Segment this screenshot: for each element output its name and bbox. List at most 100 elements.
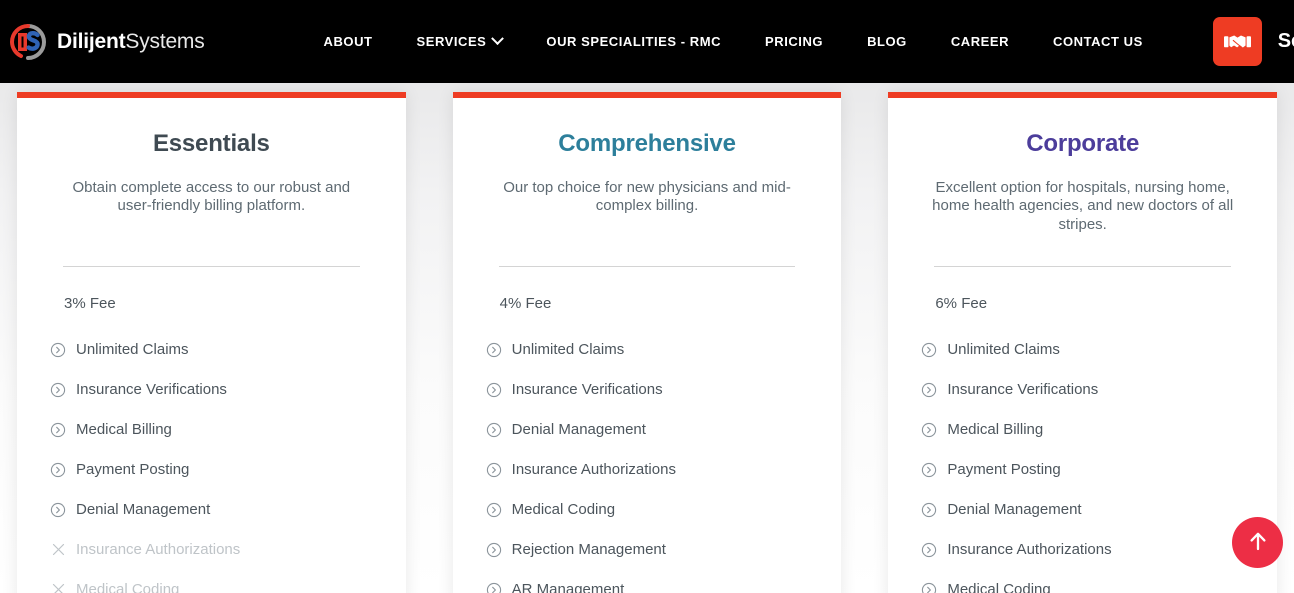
feature-label: Insurance Authorizations	[947, 541, 1112, 559]
cross-icon	[50, 542, 66, 558]
circle-chevron-right-icon	[50, 382, 66, 398]
card-fee: 3% Fee	[64, 294, 116, 312]
card-title: Corporate	[1026, 130, 1140, 157]
circle-chevron-right-icon	[486, 582, 502, 593]
feature-list: Unlimited Claims Insurance Verifications…	[486, 330, 809, 593]
feature-label: Medical Billing	[76, 421, 172, 439]
card-title: Essentials	[152, 130, 270, 157]
feature-label: Insurance Authorizations	[511, 461, 676, 479]
feature-label: Insurance Verifications	[511, 381, 663, 399]
brand-logo[interactable]: DilijentSystems	[8, 22, 205, 62]
circle-chevron-right-icon	[50, 342, 66, 358]
feature-label: Unlimited Claims	[76, 341, 189, 359]
feature-label: Payment Posting	[947, 461, 1061, 479]
nav-item-our-specialities-rmc[interactable]: OUR SPECIALITIES - RMC	[524, 24, 743, 59]
feature-label: Insurance Verifications	[76, 381, 227, 399]
cross-icon	[50, 582, 66, 593]
feature-item: Medical Coding	[486, 490, 809, 530]
card-divider	[486, 265, 809, 267]
feature-item: Medical Billing	[50, 410, 373, 450]
brand-name-bold: Dilijent	[57, 30, 126, 53]
feature-label: Medical Coding	[76, 581, 180, 593]
card-description: Our top choice for new physicians and mi…	[503, 179, 791, 215]
feature-label: Rejection Management	[511, 541, 666, 559]
schedule-meeting-label: Schedule a Meeting	[1277, 30, 1294, 52]
feature-label: Medical Coding	[511, 501, 616, 519]
card-title: Comprehensive	[558, 130, 736, 157]
feature-label: AR Management	[511, 581, 625, 593]
nav-item-career[interactable]: CAREER	[929, 24, 1031, 59]
scroll-to-top-button[interactable]	[1232, 517, 1283, 568]
circle-chevron-right-icon	[921, 502, 937, 518]
feature-item: Denial Management	[50, 490, 373, 530]
circle-chevron-right-icon	[921, 382, 937, 398]
feature-list: Unlimited Claims Insurance Verifications…	[921, 330, 1244, 593]
card-fee: 6% Fee	[935, 294, 988, 312]
feature-list: Unlimited Claims Insurance Verifications…	[50, 330, 373, 593]
circle-chevron-right-icon	[486, 342, 502, 358]
feature-item: Medical Coding	[921, 570, 1244, 593]
nav-item-contact-us[interactable]: CONTACT US	[1031, 24, 1165, 59]
feature-label: Medical Coding	[947, 581, 1051, 593]
nav-item-label: CAREER	[950, 34, 1010, 49]
feature-label: Denial Management	[947, 501, 1082, 519]
feature-label: Insurance Authorizations	[76, 541, 241, 559]
arrow-up-icon	[1248, 530, 1268, 555]
feature-label: Unlimited Claims	[511, 341, 625, 359]
circle-chevron-right-icon	[486, 422, 502, 438]
ds-monogram-logo	[8, 22, 48, 62]
circle-chevron-right-icon	[486, 382, 502, 398]
main-navigation: ABOUT SERVICES OUR SPECIALITIES - RMC PR…	[302, 24, 1165, 59]
circle-chevron-right-icon	[921, 582, 937, 593]
page-body: Essentials Obtain complete access to our…	[0, 83, 1294, 593]
feature-label: Medical Billing	[947, 421, 1044, 439]
feature-item: Denial Management	[486, 410, 809, 450]
handshake-icon	[1212, 17, 1262, 66]
nav-item-label: CONTACT US	[1053, 34, 1143, 49]
feature-item: Insurance Authorizations	[486, 450, 809, 490]
circle-chevron-right-icon	[486, 462, 502, 478]
feature-label: Denial Management	[76, 501, 211, 519]
nav-item-pricing[interactable]: PRICING	[743, 24, 845, 59]
feature-item: Medical Coding	[50, 570, 373, 593]
feature-item: Payment Posting	[921, 450, 1244, 490]
pricing-card-essentials: Essentials Obtain complete access to our…	[17, 92, 406, 593]
feature-label: Denial Management	[511, 421, 646, 439]
circle-chevron-right-icon	[50, 422, 66, 438]
circle-chevron-right-icon	[50, 462, 66, 478]
nav-item-about[interactable]: ABOUT	[302, 24, 395, 59]
nav-item-label: ABOUT	[323, 34, 373, 49]
pricing-card-comprehensive: Comprehensive Our top choice for new phy…	[452, 92, 842, 593]
pricing-cards-row: Essentials Obtain complete access to our…	[0, 92, 1294, 593]
brand-name: DilijentSystems	[57, 31, 205, 52]
feature-item: Unlimited Claims	[486, 330, 809, 370]
feature-label: Payment Posting	[76, 461, 190, 479]
feature-item: Rejection Management	[486, 530, 809, 570]
feature-item: AR Management	[486, 570, 809, 593]
circle-chevron-right-icon	[921, 462, 937, 478]
nav-item-blog[interactable]: BLOG	[845, 24, 929, 59]
chevron-down-icon	[491, 32, 505, 46]
feature-item: Insurance Verifications	[50, 370, 373, 410]
nav-item-services[interactable]: SERVICES	[395, 24, 525, 59]
pricing-card-corporate: Corporate Excellent option for hospitals…	[888, 92, 1278, 593]
card-divider	[50, 265, 373, 267]
feature-item: Insurance Authorizations	[50, 530, 373, 570]
card-description: Excellent option for hospitals, nursing …	[932, 179, 1234, 233]
circle-chevron-right-icon	[921, 422, 937, 438]
feature-item: Unlimited Claims	[50, 330, 373, 370]
schedule-meeting-button[interactable]: Schedule a Meeting	[1212, 17, 1294, 66]
brand-name-light: Systems	[125, 30, 205, 53]
circle-chevron-right-icon	[486, 542, 502, 558]
circle-chevron-right-icon	[50, 502, 66, 518]
feature-item: Payment Posting	[50, 450, 373, 490]
card-divider	[921, 265, 1244, 267]
circle-chevron-right-icon	[921, 342, 937, 358]
site-header: DilijentSystems ABOUT SERVICES OUR SPECI…	[0, 0, 1294, 83]
nav-item-label: PRICING	[765, 34, 824, 49]
nav-item-label: SERVICES	[416, 34, 487, 49]
circle-chevron-right-icon	[486, 502, 502, 518]
feature-item: Unlimited Claims	[921, 330, 1244, 370]
feature-item: Insurance Verifications	[486, 370, 809, 410]
nav-item-label: OUR SPECIALITIES - RMC	[546, 34, 722, 49]
